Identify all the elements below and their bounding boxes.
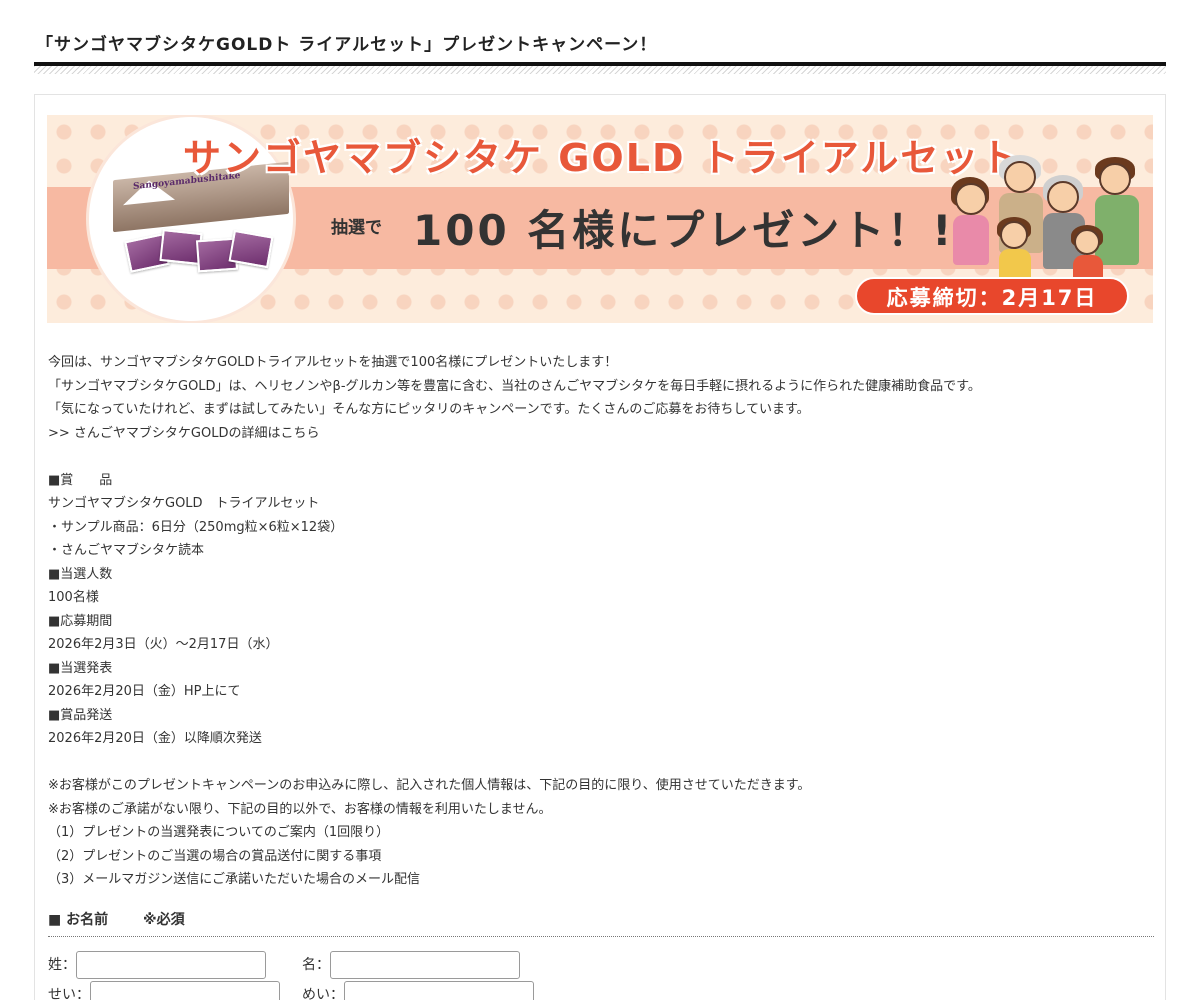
name-input-row: 姓： 名：: [48, 951, 648, 981]
first-name-kana-label: めい：: [302, 987, 344, 1000]
kana-input-row: せい： めい：: [48, 981, 648, 1000]
prize-name: サンゴヤマブシタケGOLD トライアルセット: [48, 496, 320, 511]
last-name-label: 姓：: [48, 957, 76, 973]
last-name-kana-label: せい：: [48, 987, 90, 1000]
intro-line: 「サンゴヤマブシタケGOLD」は、ヘリセノンやβ-グルカン等を豊富に含む、当社の…: [48, 378, 981, 394]
deadline-badge: 応募締切：2月17日: [855, 277, 1129, 315]
prize-item: ・さんごヤマブシタケ読本: [48, 543, 205, 558]
campaign-banner: Sangoyamabushitake サンゴヤマブシタケ GOLD トライアルセ…: [47, 115, 1153, 323]
period-value: 2026年2月3日（火）～2月17日（水）: [48, 637, 279, 652]
page-heading: 「サンゴヤマブシタケGOLDト ライアルセット」プレゼントキャンペーン！: [34, 28, 1166, 76]
intro-line: 今回は、サンゴヤマブシタケGOLDトライアルセットを抽選で100名様にプレゼント…: [48, 355, 618, 370]
privacy-purpose: （1）プレゼントの当選発表についてのご案内（1回限り）: [48, 825, 390, 840]
banner-title: サンゴヤマブシタケ GOLD トライアルセット: [183, 136, 1021, 180]
campaign-description: 今回は、サンゴヤマブシタケGOLDトライアルセットを抽選で100名様にプレゼント…: [48, 351, 1148, 892]
page-title: 「サンゴヤマブシタケGOLDト ライアルセット」プレゼントキャンペーン！: [36, 35, 658, 55]
shipping-heading: ■賞品発送: [48, 707, 113, 723]
banner-lottery-text: 抽選で: [331, 218, 382, 238]
heading-hatch-divider: [34, 66, 1166, 74]
intro-line: 「気になっていたけれど、まずは試してみたい」そんな方にピッタリのキャンペーンです…: [48, 402, 810, 417]
name-label: ■ お名前: [48, 912, 109, 928]
product-sachets-image: [124, 227, 277, 277]
campaign-content: Sangoyamabushitake サンゴヤマブシタケ GOLD トライアルセ…: [34, 94, 1166, 1000]
privacy-purpose: （3）メールマガジン送信にご承諾いただいた場合のメール配信: [48, 872, 421, 887]
first-name-input[interactable]: [330, 951, 520, 979]
privacy-note: ※お客様のご承諾がない限り、下記の目的以外で、お客様の情報を利用いたしません。: [48, 801, 552, 817]
privacy-note: ※お客様がこのプレゼントキャンペーンのお申込みに際し、記入された個人情報は、下記…: [48, 778, 811, 793]
winners-count: 100名様: [48, 590, 99, 605]
name-field-label-row: ■ お名前 ※必須: [48, 907, 1154, 937]
product-detail-link[interactable]: >> さんごヤマブシタケGOLDの詳細はこちら: [48, 426, 319, 441]
family-illustration: [947, 155, 1153, 285]
first-name-label: 名：: [302, 957, 330, 973]
period-heading: ■応募期間: [48, 613, 113, 629]
last-name-input[interactable]: [76, 951, 266, 979]
announcement-heading: ■当選発表: [48, 660, 113, 676]
prize-item: ・サンプル商品：6日分（250mg粒×6粒×12袋）: [48, 519, 344, 535]
banner-present-text: 100 名様にプレゼント！!: [413, 206, 955, 255]
winners-heading: ■当選人数: [48, 566, 113, 582]
last-name-kana-input[interactable]: [90, 981, 280, 1000]
shipping-value: 2026年2月20日（金）以降順次発送: [48, 731, 262, 746]
privacy-purpose: （2）プレゼントのご当選の場合の賞品送付に関する事項: [48, 848, 382, 864]
announcement-value: 2026年2月20日（金）HP上にて: [48, 684, 241, 699]
first-name-kana-input[interactable]: [344, 981, 534, 1000]
required-mark: ※必須: [142, 912, 185, 928]
prize-heading: ■賞 品: [48, 472, 113, 488]
